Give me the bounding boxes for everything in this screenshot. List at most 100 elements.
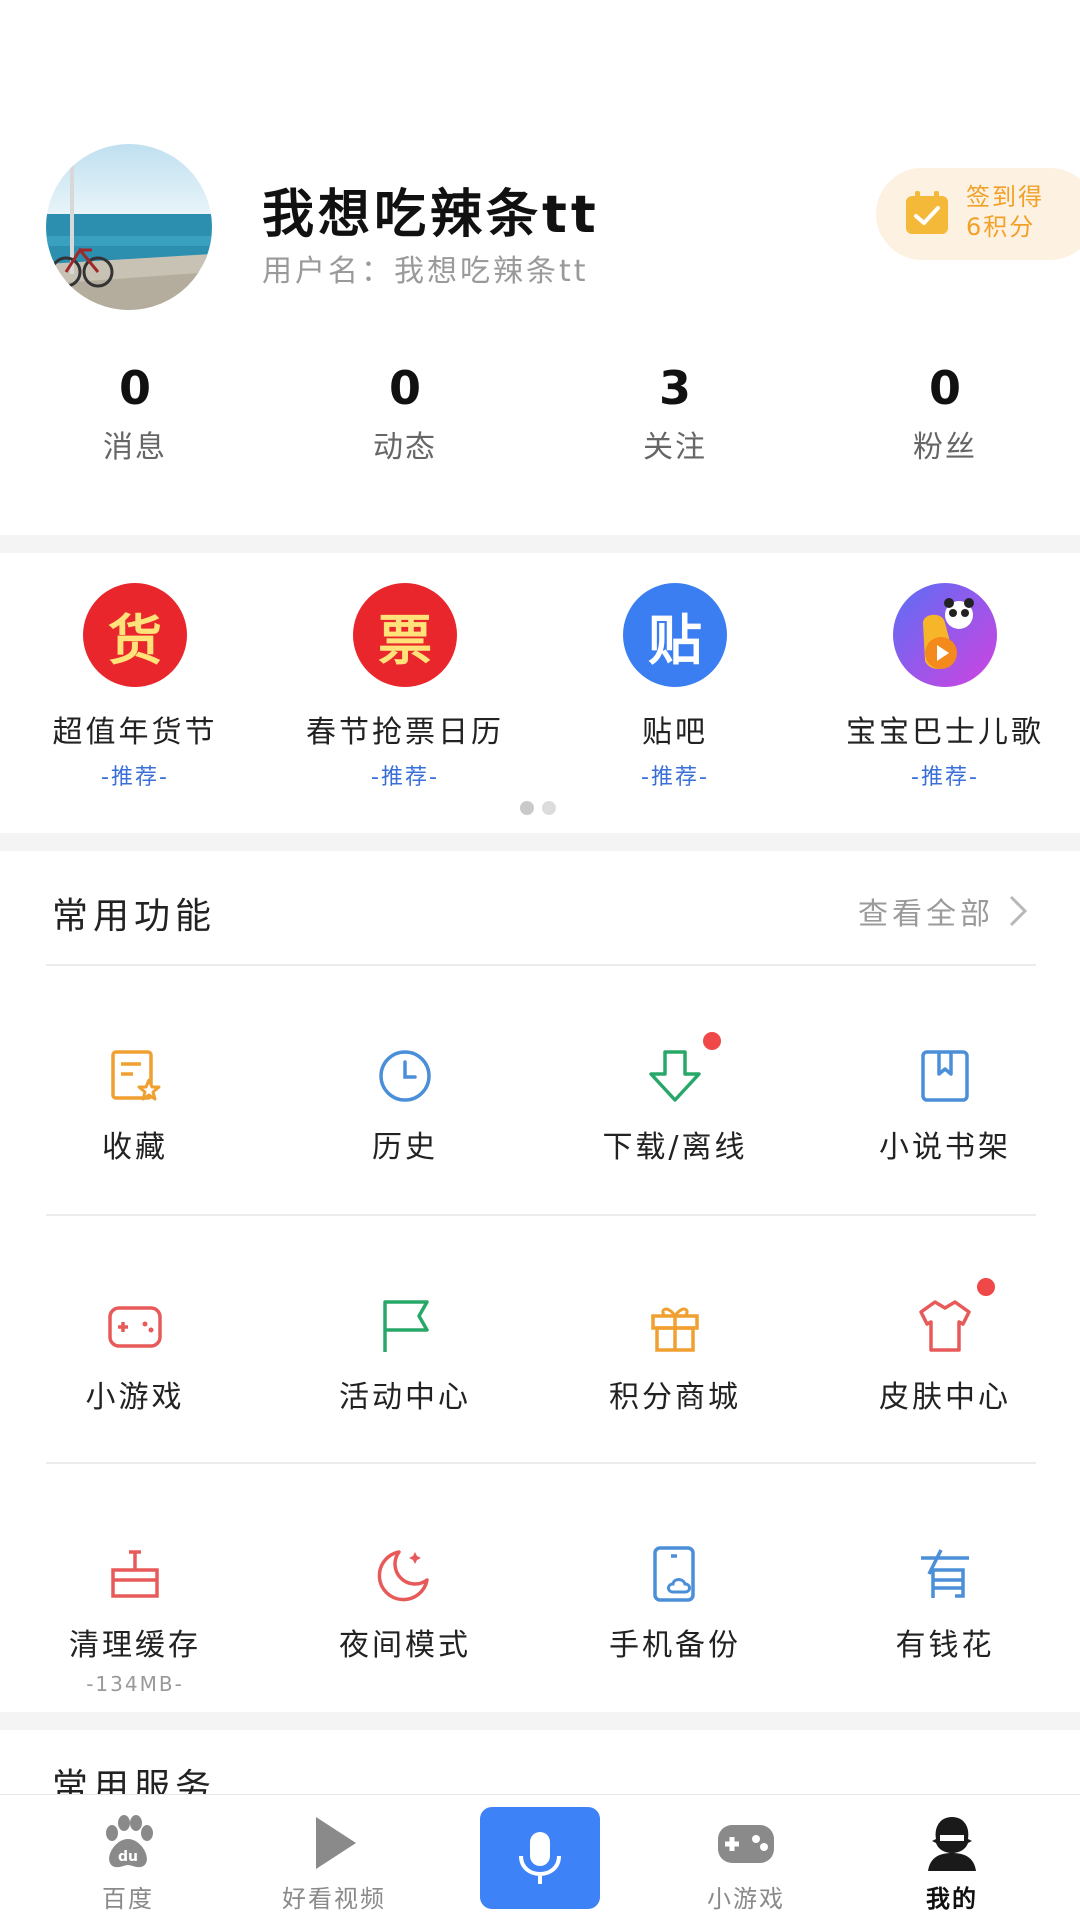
panda-music-icon	[893, 583, 997, 687]
function-row: 清理缓存 -134MB- 夜间模式 手机备份 有钱花	[0, 1464, 1080, 1714]
cache-size: -134MB-	[86, 1672, 184, 1696]
nav-mine[interactable]: 我的	[862, 1795, 1042, 1920]
pager-dot[interactable]	[542, 801, 556, 815]
stat-value: 0	[118, 361, 151, 415]
function-minigames[interactable]: 小游戏	[0, 1216, 270, 1466]
gamepad-icon	[105, 1296, 165, 1356]
notification-dot	[977, 1278, 995, 1296]
pager-dot[interactable]	[520, 801, 534, 815]
stat-value: 0	[388, 361, 421, 415]
stats-row: 0 消息 0 动态 3 关注 0 粉丝	[0, 360, 1080, 466]
function-row: 小游戏 活动中心 积分商城 皮肤中心	[0, 1216, 1080, 1466]
function-label: 有钱花	[895, 1628, 995, 1663]
profile-header: 我想吃辣条tt 用户名：我想吃辣条tt 签到得 6积分 0 消息 0 动态 3 …	[0, 0, 1080, 535]
gift-icon	[645, 1296, 705, 1356]
clean-icon	[105, 1544, 165, 1604]
download-icon	[645, 1032, 721, 1106]
signin-button[interactable]: 签到得 6积分	[876, 168, 1080, 260]
function-label: 小说书架	[879, 1130, 1011, 1165]
nianhuo-icon: 货	[83, 583, 187, 687]
nav-label: 好看视频	[282, 1885, 386, 1913]
view-all-link[interactable]: 查看全部	[858, 889, 1028, 933]
function-skins[interactable]: 皮肤中心	[810, 1216, 1080, 1466]
function-download[interactable]: 下载/离线	[540, 966, 810, 1216]
phone-backup-icon	[645, 1544, 705, 1604]
function-label: 收藏	[102, 1130, 168, 1165]
view-all-label: 查看全部	[858, 897, 994, 932]
money-icon	[915, 1544, 975, 1604]
recommend-carousel[interactable]: 货 超值年货节 -推荐- 票 春节抢票日历 -推荐- 贴 贴吧 -推荐- 宝宝巴…	[0, 553, 1080, 833]
microphone-icon	[519, 1832, 561, 1884]
baidu-paw-icon: du	[98, 1813, 158, 1873]
stat-followers[interactable]: 0 粉丝	[810, 360, 1080, 466]
avatar[interactable]	[46, 144, 212, 310]
nav-minigames[interactable]: 小游戏	[656, 1795, 836, 1920]
function-row: 收藏 历史 下载/离线 小说书架	[0, 966, 1080, 1216]
notification-dot	[703, 1032, 721, 1050]
book-icon	[915, 1046, 975, 1106]
function-night-mode[interactable]: 夜间模式	[270, 1464, 540, 1714]
svg-text:du: du	[118, 1849, 138, 1865]
recommend-item-tieba[interactable]: 贴 贴吧 -推荐-	[540, 583, 810, 791]
stat-label: 动态	[373, 430, 437, 465]
stat-label: 关注	[643, 430, 707, 465]
profile-icon	[922, 1813, 982, 1873]
signin-line2: 6积分	[966, 213, 1036, 241]
stat-posts[interactable]: 0 动态	[270, 360, 540, 466]
signin-line1: 签到得	[966, 183, 1044, 211]
section-divider	[0, 833, 1080, 851]
function-money[interactable]: 有钱花	[810, 1464, 1080, 1714]
username: 用户名：我想吃辣条tt	[262, 254, 589, 289]
recommend-title: 宝宝巴士儿歌	[846, 715, 1044, 750]
favorite-icon	[105, 1046, 165, 1106]
function-bookshelf[interactable]: 小说书架	[810, 966, 1080, 1216]
shirt-icon	[915, 1278, 995, 1356]
function-label: 清理缓存	[69, 1628, 201, 1663]
function-points-mall[interactable]: 积分商城	[540, 1216, 810, 1466]
common-functions: 常用功能 查看全部 收藏 历史 下载/离线 小说书架 小游戏 活动中心 积分商城…	[0, 851, 1080, 1711]
function-label: 手机备份	[609, 1628, 741, 1663]
nav-label: 小游戏	[707, 1885, 785, 1913]
recommend-title: 春节抢票日历	[306, 715, 504, 750]
carousel-pager	[520, 801, 556, 815]
function-favorites[interactable]: 收藏	[0, 966, 270, 1216]
ticket-icon: 票	[353, 583, 457, 687]
icon-glyph: 货	[108, 608, 162, 672]
nickname: 我想吃辣条tt	[262, 185, 600, 245]
section-divider	[0, 535, 1080, 553]
recommend-tag: -推荐-	[911, 765, 979, 790]
icon-glyph: 票	[378, 608, 432, 672]
nav-label: 百度	[102, 1885, 154, 1913]
clock-icon	[375, 1046, 435, 1106]
function-label: 皮肤中心	[879, 1380, 1011, 1415]
function-history[interactable]: 历史	[270, 966, 540, 1216]
nav-baidu[interactable]: du 百度	[38, 1795, 218, 1920]
stat-value: 0	[928, 361, 961, 415]
flag-icon	[375, 1296, 435, 1356]
tieba-icon: 贴	[623, 583, 727, 687]
voice-search-button[interactable]	[480, 1807, 600, 1909]
section-divider	[0, 1712, 1080, 1730]
stat-label: 粉丝	[913, 430, 977, 465]
chevron-right-icon	[1009, 895, 1028, 927]
nav-haokan-video[interactable]: 好看视频	[244, 1795, 424, 1920]
function-label: 活动中心	[339, 1380, 471, 1415]
gamepad-icon	[716, 1813, 776, 1873]
recommend-item-ticket[interactable]: 票 春节抢票日历 -推荐-	[270, 583, 540, 791]
function-clear-cache[interactable]: 清理缓存 -134MB-	[0, 1464, 270, 1714]
recommend-item-babybus[interactable]: 宝宝巴士儿歌 -推荐-	[810, 583, 1080, 791]
function-label: 历史	[372, 1130, 438, 1165]
recommend-title: 贴吧	[642, 715, 708, 750]
function-label: 小游戏	[85, 1380, 185, 1415]
recommend-tag: -推荐-	[371, 765, 439, 790]
function-phone-backup[interactable]: 手机备份	[540, 1464, 810, 1714]
stat-messages[interactable]: 0 消息	[0, 360, 270, 466]
stat-following[interactable]: 3 关注	[540, 360, 810, 466]
function-label: 积分商城	[609, 1380, 741, 1415]
section-title: 常用功能	[52, 896, 217, 937]
recommend-item-nianhuo[interactable]: 货 超值年货节 -推荐-	[0, 583, 270, 791]
recommend-tag: -推荐-	[641, 765, 709, 790]
function-activity[interactable]: 活动中心	[270, 1216, 540, 1466]
icon-glyph: 贴	[648, 608, 702, 672]
nav-label: 我的	[926, 1885, 978, 1913]
